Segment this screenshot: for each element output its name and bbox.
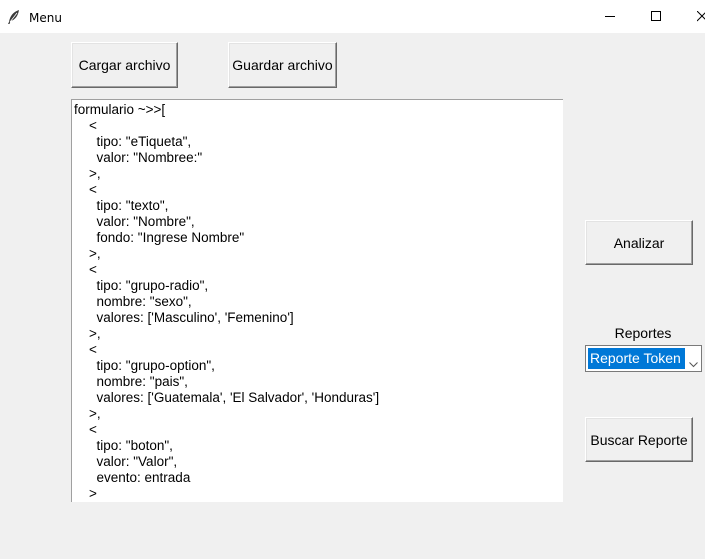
title-bar: Menu — [0, 0, 705, 33]
save-file-button[interactable]: Guardar archivo — [228, 42, 337, 88]
reports-label: Reportes — [614, 325, 672, 341]
search-report-button[interactable]: Buscar Reporte — [585, 417, 693, 462]
maximize-button[interactable] — [634, 0, 680, 33]
maximize-icon — [651, 11, 661, 21]
close-icon — [697, 11, 705, 22]
window-title: Menu — [29, 11, 62, 25]
reports-select-value[interactable]: Reporte Token — [588, 348, 685, 369]
code-editor[interactable]: formulario ~>>[ < tipo: "eTiqueta", valo… — [71, 99, 563, 502]
minimize-icon — [605, 16, 615, 17]
editor-content[interactable]: formulario ~>>[ < tipo: "eTiqueta", valo… — [72, 100, 563, 502]
reports-select[interactable]: Reporte Token — [585, 345, 702, 372]
analyze-button[interactable]: Analizar — [585, 220, 693, 265]
minimize-button[interactable] — [588, 0, 634, 33]
close-button[interactable] — [680, 0, 705, 33]
feather-icon — [7, 9, 21, 25]
chevron-down-icon[interactable] — [689, 355, 698, 373]
load-file-button[interactable]: Cargar archivo — [71, 42, 178, 88]
